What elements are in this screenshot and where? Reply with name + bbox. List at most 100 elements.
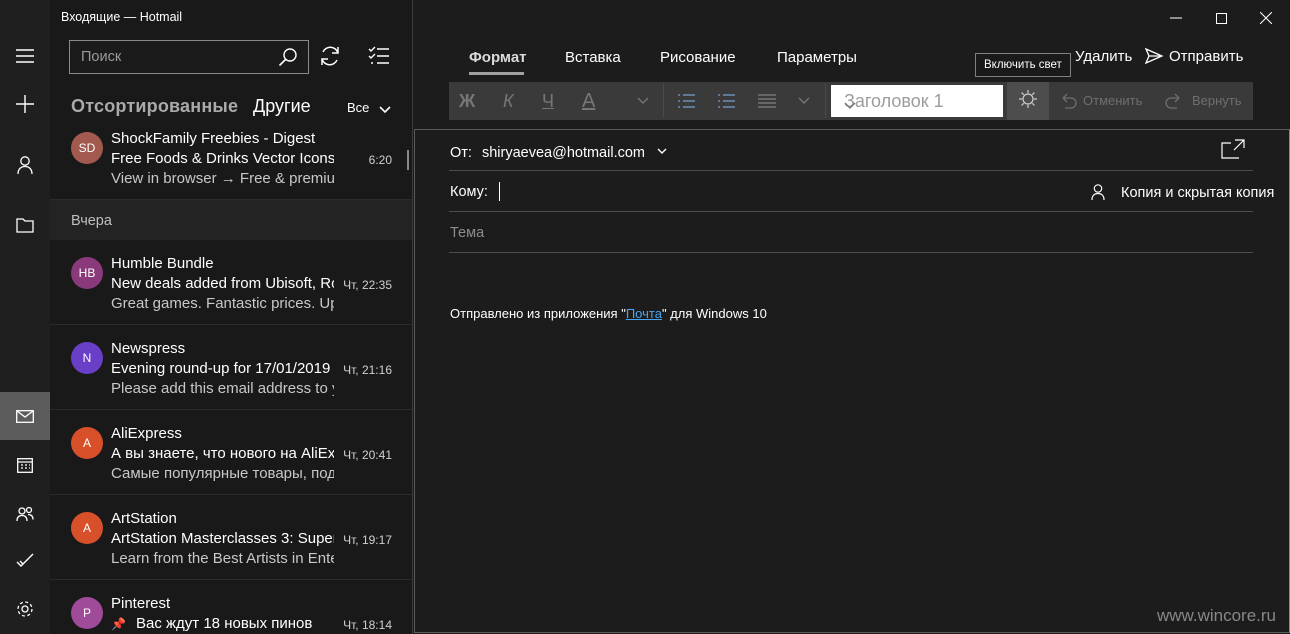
- message-editor-frame: [414, 129, 1290, 633]
- message-preview: Learn from the Best Artists in Enter: [111, 550, 334, 567]
- bullets-icon[interactable]: [677, 82, 695, 120]
- select-mode-icon[interactable]: [368, 46, 390, 71]
- close-button[interactable]: [1251, 8, 1281, 28]
- active-tab-indicator: [469, 72, 524, 75]
- divider: [449, 170, 1253, 171]
- bold-button[interactable]: Ж: [459, 82, 475, 120]
- sender-name: Pinterest: [111, 595, 171, 612]
- new-mail-icon[interactable]: [0, 80, 50, 128]
- to-label: Кому:: [450, 184, 488, 200]
- chevron-down-icon[interactable]: [798, 82, 810, 120]
- message-preview: Please add this email address to yo: [111, 380, 334, 397]
- redo-button[interactable]: Вернуть: [1192, 93, 1242, 108]
- message-subject: New deals added from Ubisoft, Rock: [111, 275, 334, 292]
- window-title: Входящие — Hotmail: [61, 10, 183, 24]
- list-item[interactable]: A AliExpress А вы знаете, что нового на …: [50, 411, 412, 495]
- font-color-button[interactable]: А: [582, 82, 595, 120]
- signature-text-before: Отправлено из приложения ": [450, 306, 626, 321]
- pin-icon: 📌: [111, 617, 126, 631]
- sender-name: ShockFamily Freebies - Digest: [111, 130, 316, 147]
- minimize-button[interactable]: [1161, 8, 1191, 28]
- filter-dropdown[interactable]: Все: [347, 100, 369, 115]
- tab-draw[interactable]: Рисование: [660, 49, 736, 66]
- divider: [449, 252, 1253, 253]
- avatar: P: [71, 597, 103, 629]
- navigation-rail: [0, 0, 50, 634]
- tab-other[interactable]: Другие: [253, 96, 311, 117]
- avatar: A: [71, 512, 103, 544]
- chevron-down-icon: [657, 143, 667, 159]
- from-label: От:: [450, 145, 472, 161]
- sender-name: AliExpress: [111, 425, 182, 442]
- search-icon[interactable]: [278, 47, 298, 72]
- tab-focused[interactable]: Отсортированные: [71, 96, 238, 117]
- send-label: Отправить: [1169, 48, 1244, 65]
- message-subject: А вы знаете, что нового на AliExpress: [111, 445, 334, 462]
- message-preview: View in browser → Free & premium des: [111, 170, 334, 187]
- chevron-down-icon: [844, 94, 997, 115]
- folder-icon[interactable]: [0, 201, 50, 249]
- list-item[interactable]: HB Humble Bundle New deals added from Ub…: [50, 241, 412, 325]
- format-toolbar: Ж К Ч А Заголовок 1 Отменить Вернуть: [449, 82, 1253, 120]
- dark-mode-toggle[interactable]: [1007, 82, 1049, 120]
- people-icon[interactable]: [0, 490, 50, 538]
- message-time: Чт, 22:35: [343, 278, 392, 292]
- separator: [663, 84, 664, 118]
- separator: [825, 84, 826, 118]
- chevron-down-icon[interactable]: [637, 82, 649, 120]
- sender-name: Humble Bundle: [111, 255, 214, 272]
- list-item[interactable]: P Pinterest 📌 Вас ждут 18 новых пинов Чт…: [50, 581, 412, 634]
- underline-button[interactable]: Ч: [542, 82, 554, 120]
- signature-link[interactable]: Почта: [626, 306, 662, 321]
- tab-insert[interactable]: Вставка: [565, 49, 621, 66]
- message-subject: Вас ждут 18 новых пинов: [136, 615, 313, 632]
- avatar: N: [71, 342, 103, 374]
- italic-button[interactable]: К: [503, 82, 514, 120]
- list-item[interactable]: A ArtStation ArtStation Masterclasses 3:…: [50, 496, 412, 580]
- cc-bcc-button[interactable]: Копия и скрытая копия: [1091, 184, 1274, 204]
- message-time: 6:20: [368, 153, 392, 167]
- redo-icon[interactable]: [1165, 82, 1183, 120]
- search-input[interactable]: Поиск: [69, 40, 309, 74]
- tab-format[interactable]: Формат: [469, 49, 527, 66]
- message-preview: Great games. Fantastic prices. Up: [111, 295, 334, 312]
- mail-icon[interactable]: [0, 392, 50, 440]
- message-list-pane: Входящие — Hotmail Поиск Отсортированные…: [50, 0, 412, 634]
- message-subject: Free Foods & Drinks Vector Icons, Free: [111, 150, 334, 167]
- from-address: shiryaevea@hotmail.com: [481, 145, 645, 161]
- account-icon[interactable]: [0, 141, 50, 189]
- todo-icon[interactable]: [0, 537, 50, 585]
- list-item[interactable]: SD ShockFamily Freebies - Digest Free Fo…: [50, 116, 412, 200]
- list-scrollbar[interactable]: [407, 150, 409, 170]
- align-icon[interactable]: [758, 82, 776, 120]
- avatar: A: [71, 427, 103, 459]
- calendar-icon[interactable]: [0, 441, 50, 489]
- message-preview: Самые популярные товары, под: [111, 465, 334, 482]
- sync-icon[interactable]: [318, 44, 342, 73]
- maximize-button[interactable]: [1206, 8, 1236, 28]
- tab-options[interactable]: Параметры: [777, 49, 857, 66]
- cc-bcc-label: Копия и скрытая копия: [1121, 185, 1275, 201]
- hamburger-icon[interactable]: [0, 32, 50, 80]
- compose-pane: Формат Вставка Рисование Параметры Удали…: [412, 0, 1290, 634]
- numbering-icon[interactable]: [717, 82, 735, 120]
- to-input[interactable]: [499, 182, 500, 201]
- day-group-header: Вчера: [50, 200, 412, 240]
- subject-input[interactable]: Тема: [450, 225, 484, 241]
- from-field[interactable]: От: shiryaevea@hotmail.com: [450, 143, 667, 161]
- divider: [449, 211, 1253, 212]
- send-button[interactable]: Отправить: [1144, 47, 1244, 68]
- send-icon: [1144, 47, 1164, 68]
- delete-label: Удалить: [1075, 48, 1133, 65]
- style-select[interactable]: Заголовок 1: [831, 85, 1003, 117]
- undo-button[interactable]: Отменить: [1083, 93, 1142, 108]
- avatar: HB: [71, 257, 103, 289]
- avatar: SD: [71, 132, 103, 164]
- undo-icon[interactable]: [1059, 82, 1077, 120]
- message-time: Чт, 20:41: [343, 448, 392, 462]
- popout-icon[interactable]: [1221, 139, 1245, 164]
- sun-icon: [1018, 89, 1038, 114]
- list-item[interactable]: N Newspress Evening round-up for 17/01/2…: [50, 326, 412, 410]
- settings-icon[interactable]: [0, 585, 50, 633]
- signature: Отправлено из приложения "Почта" для Win…: [450, 306, 767, 321]
